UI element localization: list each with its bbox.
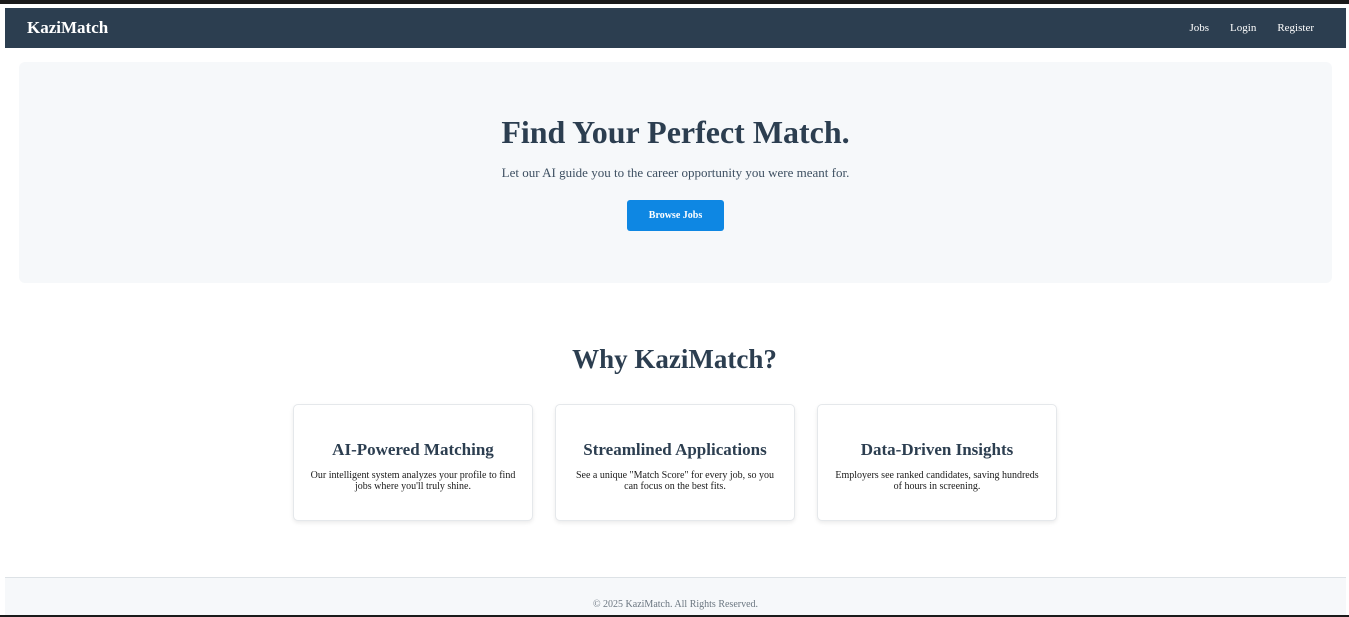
hero-subtitle: Let our AI guide you to the career oppor… [501, 165, 850, 180]
hero-section: Find Your Perfect Match. Let our AI guid… [19, 62, 1332, 283]
footer-copyright: © 2025 KaziMatch. All Rights Reserved. [592, 599, 759, 610]
features-title: Why KaziMatch? [572, 344, 777, 374]
page-footer: © 2025 KaziMatch. All Rights Reserved. [5, 577, 1346, 615]
nav-link-jobs[interactable]: Jobs [1189, 22, 1209, 34]
feature-card-text: See a unique "Match Score" for every job… [575, 470, 775, 492]
page-frame: KaziMatch Jobs Login Register Find Your … [0, 0, 1349, 617]
top-navbar: KaziMatch Jobs Login Register [5, 8, 1346, 48]
nav-link-login[interactable]: Login [1230, 22, 1256, 34]
feature-card-text: Our intelligent system analyzes your pro… [310, 470, 516, 492]
feature-card-streamlined-applications: Streamlined Applications See a unique "M… [555, 404, 795, 521]
feature-card-title: AI-Powered Matching [332, 440, 494, 459]
browse-jobs-button[interactable]: Browse Jobs [627, 200, 724, 231]
feature-card-title: Data-Driven Insights [860, 440, 1014, 459]
nav-link-register[interactable]: Register [1277, 22, 1314, 34]
feature-card-ai-matching: AI-Powered Matching Our intelligent syst… [293, 404, 533, 521]
feature-card-text: Employers see ranked candidates, saving … [835, 470, 1039, 492]
feature-card-title: Streamlined Applications [583, 440, 767, 459]
nav-links: Jobs Login Register [1189, 8, 1314, 48]
hero-title: Find Your Perfect Match. [501, 114, 850, 150]
feature-card-data-insights: Data-Driven Insights Employers see ranke… [817, 404, 1057, 521]
brand-logo-link[interactable]: KaziMatch [27, 8, 108, 48]
